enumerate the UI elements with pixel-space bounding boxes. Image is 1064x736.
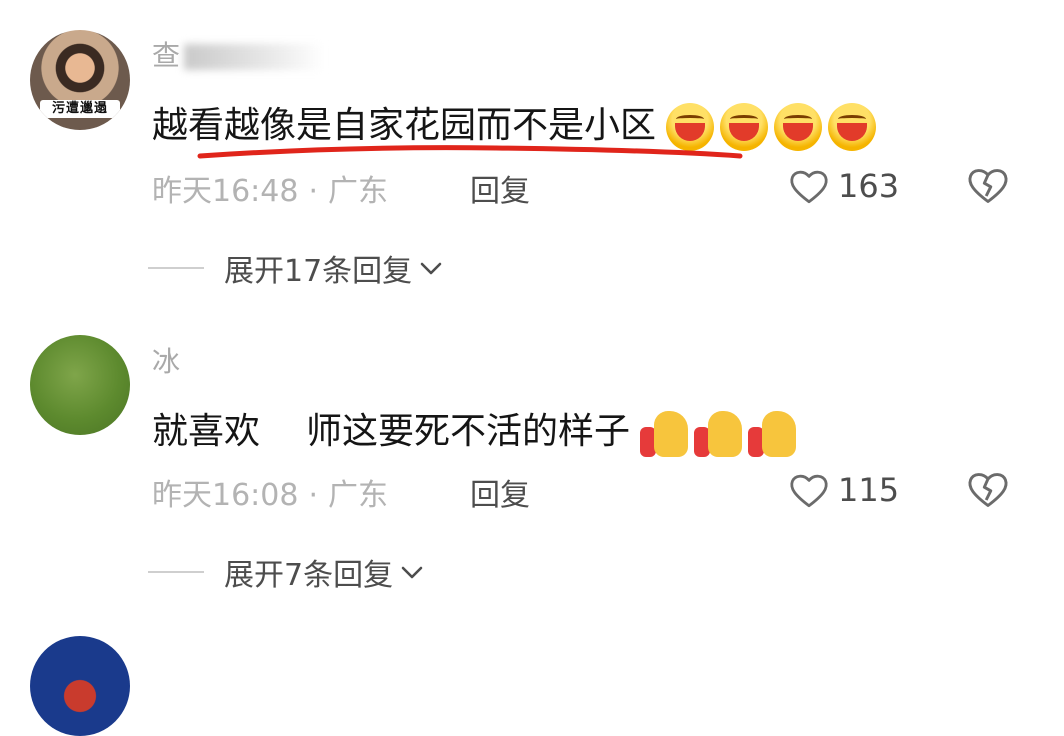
comment-body-continued: 师这要死不活的样子 xyxy=(306,411,631,452)
comment-text: 就喜欢 师这要死不活的样子 xyxy=(152,402,797,459)
divider-line xyxy=(148,267,204,269)
comment-location: 广东 xyxy=(328,478,389,513)
reply-button[interactable]: 回复 xyxy=(470,470,530,514)
broken-heart-icon[interactable] xyxy=(966,468,1010,510)
broken-heart-icon[interactable] xyxy=(966,164,1010,206)
like-count: 115 xyxy=(838,471,900,509)
like-button[interactable]: 163 xyxy=(788,164,899,208)
divider-line xyxy=(148,571,204,573)
comment-meta: 昨天16:08 · 广东 xyxy=(152,478,389,513)
comment-body: 越看越像是自家花园而不是小区 xyxy=(152,105,657,146)
thumbs-up-emoji xyxy=(694,407,743,459)
chevron-down-icon xyxy=(420,262,442,275)
thumbs-up-emoji xyxy=(748,407,797,459)
laugh-cry-emoji xyxy=(828,103,877,151)
username-text: 冰 xyxy=(152,345,181,378)
heart-outline-icon xyxy=(790,474,828,508)
avatar[interactable]: 污遭邋遢 xyxy=(30,30,130,130)
heart-outline-icon xyxy=(790,170,828,204)
laugh-cry-emoji xyxy=(774,103,823,151)
avatar[interactable] xyxy=(30,636,130,736)
emoji-row xyxy=(634,407,797,459)
red-underline-annotation xyxy=(197,145,743,159)
comment-location: 广东 xyxy=(328,174,389,209)
like-button[interactable]: 115 xyxy=(788,468,899,512)
expand-replies-button[interactable]: 展开17条回复 xyxy=(148,248,444,289)
comment-time: 昨天16:48 xyxy=(152,174,299,209)
expand-replies-button[interactable]: 展开7条回复 xyxy=(148,552,425,593)
username-text: 查 xyxy=(152,39,181,72)
chevron-down-icon xyxy=(401,566,423,579)
comment-text: 越看越像是自家花园而不是小区 xyxy=(152,96,877,151)
comment-meta: 昨天16:48 · 广东 xyxy=(152,174,389,209)
comment-body: 就喜欢 xyxy=(152,411,261,452)
username[interactable]: 冰 xyxy=(152,340,180,380)
username-blurred xyxy=(184,44,325,70)
avatar-badge: 污遭邋遢 xyxy=(40,100,120,118)
reply-button[interactable]: 回复 xyxy=(470,166,530,210)
like-count: 163 xyxy=(838,167,900,205)
avatar[interactable] xyxy=(30,335,130,435)
expand-replies-label: 展开17条回复 xyxy=(224,254,413,289)
comment-time: 昨天16:08 xyxy=(152,478,299,513)
username[interactable]: 查 xyxy=(152,34,325,74)
thumbs-up-emoji xyxy=(640,407,689,459)
expand-replies-label: 展开7条回复 xyxy=(224,558,394,593)
